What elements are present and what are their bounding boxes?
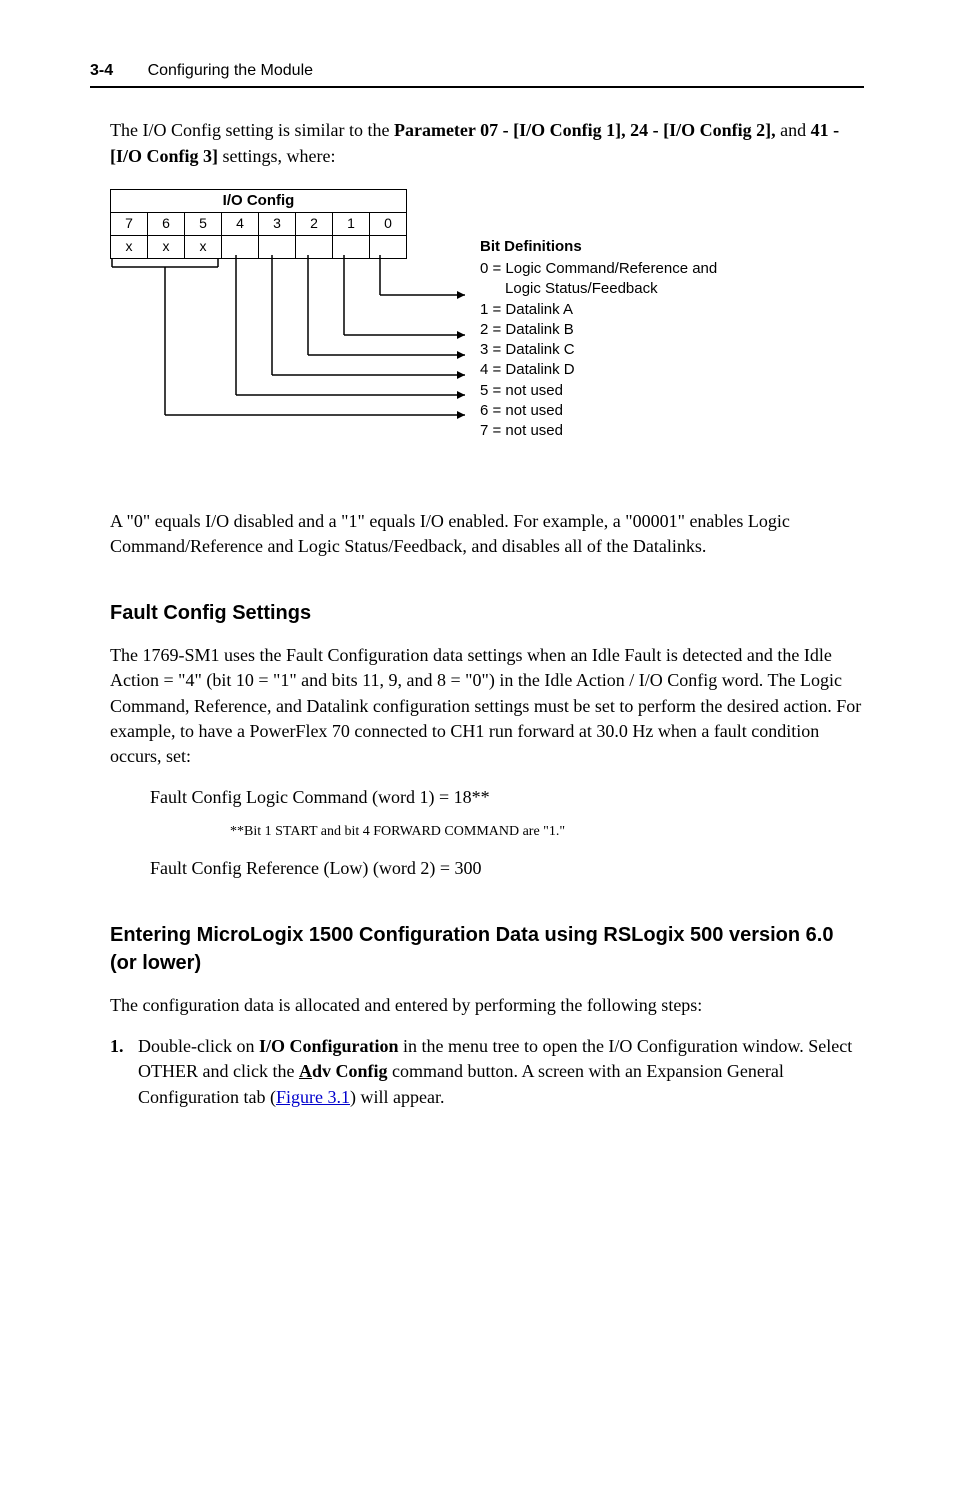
bit-cell: 5 <box>185 212 222 235</box>
intro-param07: Parameter 07 - [I/O Config 1], 24 - [I/O… <box>394 120 776 140</box>
bit-cell: 2 <box>296 212 333 235</box>
step-1-body: Double-click on I/O Configuration in the… <box>138 1034 864 1110</box>
bit-definitions: Bit Definitions 0 = Logic Command/Refere… <box>480 237 717 442</box>
bit-cell: 4 <box>222 212 259 235</box>
step-1-number: 1. <box>110 1034 138 1110</box>
bit-def-line: 3 = Datalink C <box>480 340 717 360</box>
step-1-text-f: ) will appear. <box>350 1087 444 1107</box>
bit-def-line: Logic Status/Feedback <box>480 279 717 299</box>
bit-cell: 6 <box>148 212 185 235</box>
bit-def-line: 0 = Logic Command/Reference and <box>480 259 717 279</box>
bit-def-line: 4 = Datalink D <box>480 360 717 380</box>
page-header: 3-4 Configuring the Module <box>90 60 864 88</box>
bit-def-line: 6 = not used <box>480 401 717 421</box>
fault-config-heading: Fault Config Settings <box>110 599 864 627</box>
fault-config-note: **Bit 1 START and bit 4 FORWARD COMMAND … <box>230 822 864 842</box>
io-config-title: I/O Config <box>111 189 407 212</box>
step-1: 1. Double-click on I/O Configuration in … <box>110 1034 864 1110</box>
entering-section-heading: Entering MicroLogix 1500 Configuration D… <box>110 921 864 977</box>
bit-def-line: 5 = not used <box>480 381 717 401</box>
diagram-lines <box>110 255 490 475</box>
bit-defs-heading: Bit Definitions <box>480 237 717 257</box>
intro-suffix: settings, where: <box>223 146 336 166</box>
io-config-table: I/O Config 7 6 5 4 3 2 1 0 x x x <box>110 189 407 259</box>
bit-def-line: 7 = not used <box>480 421 717 441</box>
entering-intro: The configuration data is allocated and … <box>110 993 864 1018</box>
step-1-bold-io: I/O Configuration <box>259 1036 399 1056</box>
fault-config-line2: Fault Config Reference (Low) (word 2) = … <box>150 856 864 881</box>
bit-def-line: 1 = Datalink A <box>480 300 717 320</box>
step-1-underline-a: A <box>299 1061 312 1081</box>
page-number: 3-4 <box>90 62 113 79</box>
step-1-text-a: Double-click on <box>138 1036 259 1056</box>
step-1-advconfig-rest: dv Config <box>312 1061 388 1081</box>
bit-cell: 1 <box>333 212 370 235</box>
figure-link[interactable]: Figure 3.1 <box>276 1087 350 1107</box>
intro-and: and <box>780 120 811 140</box>
bit-def-line: 2 = Datalink B <box>480 320 717 340</box>
chapter-title: Configuring the Module <box>148 62 313 79</box>
intro-prefix: The I/O Config setting is similar to the <box>110 120 394 140</box>
fault-config-body: The 1769-SM1 uses the Fault Configuratio… <box>110 643 864 769</box>
intro-paragraph: The I/O Config setting is similar to the… <box>110 118 864 168</box>
after-diagram-paragraph: A "0" equals I/O disabled and a "1" equa… <box>110 509 864 559</box>
bit-cell: 0 <box>370 212 407 235</box>
io-config-diagram: I/O Config 7 6 5 4 3 2 1 0 x x x <box>110 189 864 489</box>
bit-cell: 7 <box>111 212 148 235</box>
fault-config-line1: Fault Config Logic Command (word 1) = 18… <box>150 785 864 810</box>
bit-cell: 3 <box>259 212 296 235</box>
